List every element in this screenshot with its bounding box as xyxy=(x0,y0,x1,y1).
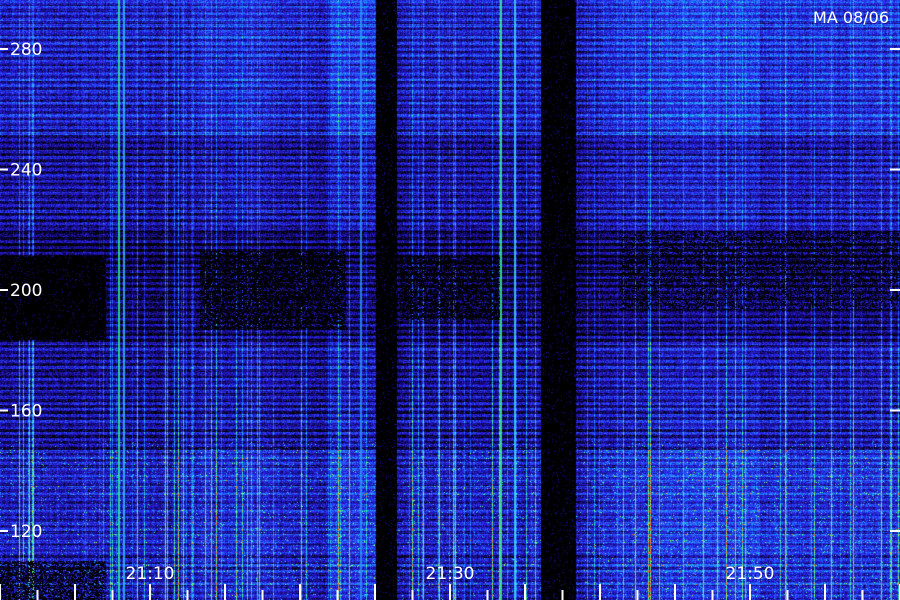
station-date-label: MA 08/06 xyxy=(813,8,889,27)
y-tick-label: 240 xyxy=(10,161,42,181)
y-axis: 120 160 200 240 280 xyxy=(0,40,900,542)
x-tick-label: 21:10 xyxy=(126,564,175,584)
axes-overlay: 120 160 200 240 280 21:10 21:30 21:50 MA 08/06 xyxy=(0,8,900,600)
x-tick-label: 21:30 xyxy=(426,564,475,584)
y-tick-label: 120 xyxy=(10,522,42,542)
y-tick-label: 200 xyxy=(10,281,42,301)
y-tick-label: 280 xyxy=(10,40,42,60)
x-tick-label: 21:50 xyxy=(726,564,775,584)
y-tick-label: 160 xyxy=(10,402,42,422)
x-axis: 21:10 21:30 21:50 xyxy=(0,564,900,600)
spectrogram-chart: 120 160 200 240 280 21:10 21:30 21:50 MA 08/06 xyxy=(0,0,900,600)
